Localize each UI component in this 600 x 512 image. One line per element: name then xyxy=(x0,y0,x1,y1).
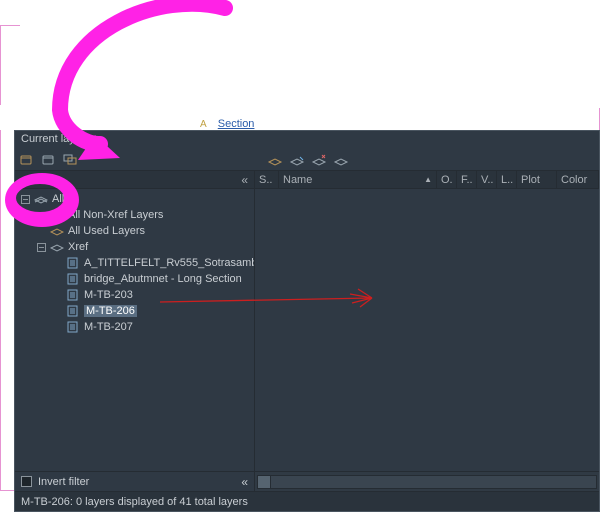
expander-icon[interactable] xyxy=(21,195,30,204)
invert-filter-row[interactable]: Invert filter xyxy=(15,472,255,491)
tree-label: M-TB-206 xyxy=(84,305,137,317)
panel-header: Current layer: xyxy=(15,131,599,149)
layer-states-icon[interactable] xyxy=(63,153,79,167)
col-status[interactable]: S.. xyxy=(255,171,279,188)
col-name[interactable]: Name▲ xyxy=(279,171,437,188)
freeze-layer-icon[interactable] xyxy=(289,153,305,167)
invert-filter-checkbox[interactable] xyxy=(21,476,32,487)
layers-stack-icon xyxy=(34,193,48,205)
col-on[interactable]: O. xyxy=(437,171,457,188)
invert-filter-label: Invert filter xyxy=(38,476,89,488)
set-current-icon[interactable] xyxy=(333,153,349,167)
filter-tree-pane: All All Non-Xref Layers All Used Layers … xyxy=(15,171,255,471)
tree-label: All Used Layers xyxy=(68,225,145,237)
filter-tree[interactable]: All All Non-Xref Layers All Used Layers … xyxy=(15,189,254,471)
new-filter-icon[interactable] xyxy=(19,153,35,167)
tree-node-nonxref[interactable]: All Non-Xref Layers xyxy=(15,207,254,223)
xref-file-icon xyxy=(66,305,80,317)
grid-header-row: S.. Name▲ O. F.. V.. L.. Plot Color xyxy=(255,171,599,189)
tree-label: Xref xyxy=(68,241,88,253)
col-plot[interactable]: Plot xyxy=(517,171,557,188)
horizontal-scrollbar[interactable] xyxy=(255,472,599,491)
tree-label: M-TB-207 xyxy=(84,321,133,333)
tree-label: bridge_Abutmnet - Long Section xyxy=(84,273,242,285)
toolbar xyxy=(15,149,599,171)
tree-label: M-TB-203 xyxy=(84,289,133,301)
tree-node-xref-child[interactable]: M-TB-203 xyxy=(15,287,254,303)
filter-icon xyxy=(50,225,64,237)
status-text: M-TB-206: 0 layers displayed of 41 total… xyxy=(21,496,248,508)
layer-properties-panel: Current layer: xyxy=(14,130,600,512)
filter-icon xyxy=(50,209,64,221)
collapse-tree-icon[interactable] xyxy=(241,173,248,187)
delete-layer-icon[interactable] xyxy=(311,153,327,167)
xref-file-icon xyxy=(66,273,80,285)
tree-node-xref-child[interactable]: bridge_Abutmnet - Long Section xyxy=(15,271,254,287)
tree-node-xref-child[interactable]: A_TITTELFELT_Rv555_Sotrasambandet xyxy=(15,255,254,271)
collapse-footer-icon[interactable] xyxy=(241,475,248,489)
new-group-filter-icon[interactable] xyxy=(41,153,57,167)
xref-file-icon xyxy=(66,257,80,269)
current-layer-label: Current layer: xyxy=(21,133,88,145)
tree-node-xref-child[interactable]: M-TB-207 xyxy=(15,319,254,335)
tab-bullet: A xyxy=(200,119,207,130)
col-lock[interactable]: L.. xyxy=(497,171,517,188)
new-layer-icon[interactable] xyxy=(267,153,283,167)
grid-body[interactable] xyxy=(255,189,599,471)
tree-label: All Non-Xref Layers xyxy=(68,209,163,221)
col-vp[interactable]: V.. xyxy=(477,171,497,188)
col-color[interactable]: Color xyxy=(557,171,599,188)
tree-node-xref-child-selected[interactable]: M-TB-206 xyxy=(15,303,254,319)
tree-header xyxy=(15,171,254,189)
tree-node-all[interactable]: All xyxy=(15,191,254,207)
xref-folder-icon xyxy=(50,241,64,253)
xref-file-icon xyxy=(66,289,80,301)
col-freeze[interactable]: F.. xyxy=(457,171,477,188)
viewport-tab[interactable]: A Section xyxy=(200,118,254,130)
tab-label: Section xyxy=(218,118,255,130)
xref-file-icon xyxy=(66,321,80,333)
tree-label: All xyxy=(52,193,64,205)
scrollbar-thumb[interactable] xyxy=(257,475,271,489)
expander-icon[interactable] xyxy=(37,243,46,252)
layer-grid-pane: S.. Name▲ O. F.. V.. L.. Plot Color xyxy=(255,171,599,471)
tree-label: A_TITTELFELT_Rv555_Sotrasambandet xyxy=(84,257,254,269)
status-bar: M-TB-206: 0 layers displayed of 41 total… xyxy=(15,491,599,511)
tree-node-xref[interactable]: Xref xyxy=(15,239,254,255)
sort-asc-icon: ▲ xyxy=(424,175,432,184)
tree-node-used[interactable]: All Used Layers xyxy=(15,223,254,239)
